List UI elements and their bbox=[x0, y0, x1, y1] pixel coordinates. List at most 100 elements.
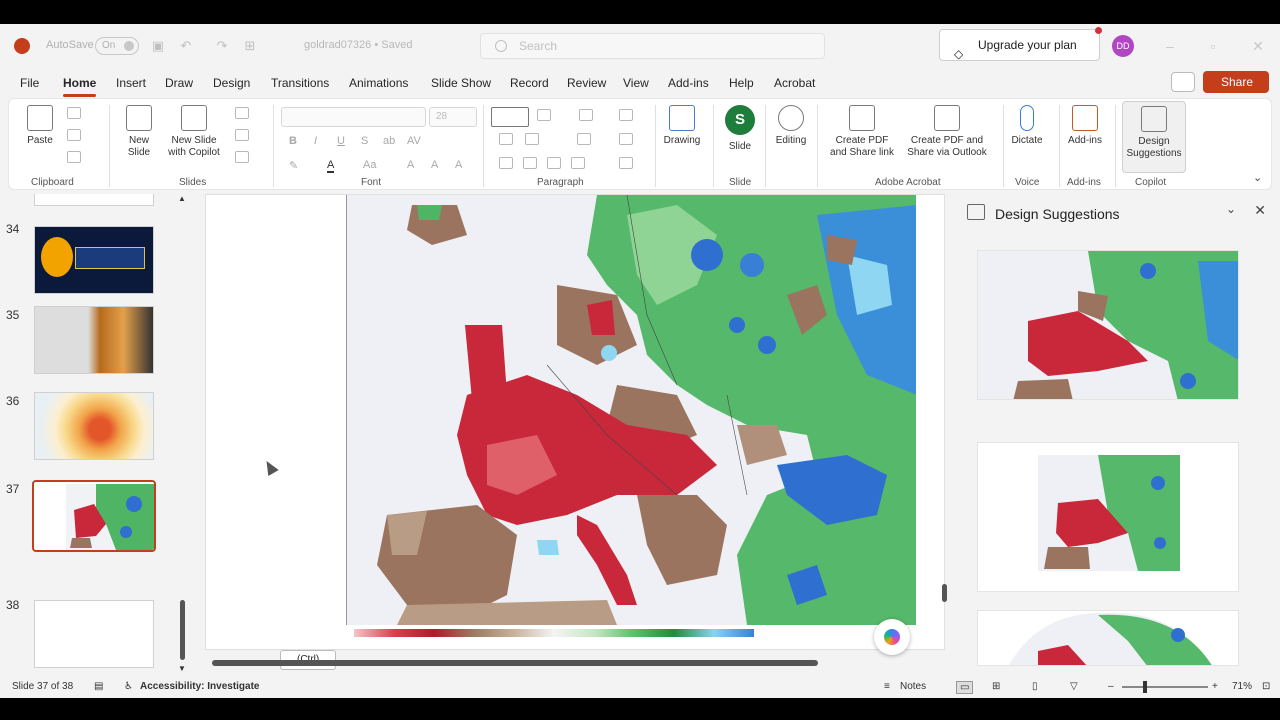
share-button[interactable]: Share bbox=[1203, 71, 1269, 93]
notes-button[interactable]: Notes bbox=[900, 681, 926, 692]
zoom-slider[interactable] bbox=[1122, 686, 1208, 688]
tab-record[interactable]: Record bbox=[510, 72, 549, 94]
tab-review[interactable]: Review bbox=[567, 72, 606, 94]
autosave-toggle[interactable]: On bbox=[95, 37, 139, 55]
grow-font-icon[interactable]: A bbox=[407, 159, 414, 171]
clear-formatting-icon[interactable]: A bbox=[455, 159, 462, 171]
minimize-icon[interactable]: – bbox=[1160, 36, 1180, 56]
scrollbar-thumb[interactable] bbox=[180, 600, 185, 660]
slide-thumbnail-38[interactable] bbox=[34, 600, 154, 668]
bold-icon[interactable]: B bbox=[289, 135, 297, 147]
redo-icon[interactable]: ↷ bbox=[214, 38, 230, 54]
normal-view-icon[interactable]: ▭ bbox=[956, 681, 974, 694]
highlight-icon[interactable]: ✎ bbox=[289, 159, 298, 172]
copilot-icon[interactable] bbox=[874, 619, 910, 655]
tab-help[interactable]: Help bbox=[729, 72, 754, 94]
search-box[interactable]: Search bbox=[480, 33, 825, 59]
zoom-in-icon[interactable]: + bbox=[1212, 681, 1218, 692]
tab-view[interactable]: View bbox=[623, 72, 649, 94]
bullets-icon[interactable] bbox=[491, 107, 529, 127]
slide-count[interactable]: Slide 37 of 38 bbox=[12, 681, 73, 692]
align-text-icon[interactable] bbox=[619, 133, 633, 145]
copy-icon[interactable] bbox=[67, 129, 81, 141]
reading-view-icon[interactable]: ▯ bbox=[1032, 681, 1038, 692]
fit-slide-icon[interactable]: ⊡ bbox=[1262, 681, 1270, 692]
close-pane-icon[interactable]: ✕ bbox=[1254, 202, 1266, 219]
tab-animations[interactable]: Animations bbox=[349, 72, 408, 94]
upgrade-button[interactable]: ◇ Upgrade your plan bbox=[939, 27, 1102, 61]
text-direction-icon[interactable] bbox=[619, 109, 633, 121]
canvas-horizontal-scrollbar[interactable] bbox=[200, 658, 940, 668]
dictate-button[interactable]: Dictate bbox=[1007, 105, 1047, 147]
add-ins-button[interactable]: Add-ins bbox=[1063, 105, 1107, 147]
slide-designer-icon[interactable]: S bbox=[725, 105, 755, 135]
tab-acrobat[interactable]: Acrobat bbox=[774, 72, 815, 94]
spelling-icon[interactable]: ▤ bbox=[94, 681, 103, 692]
thumbnails-scrollbar[interactable]: ▲ ▼ bbox=[178, 194, 186, 674]
slide-thumbnail-34[interactable] bbox=[34, 226, 154, 294]
tab-design[interactable]: Design bbox=[213, 72, 250, 94]
avatar[interactable]: DD bbox=[1112, 35, 1134, 57]
font-family-box[interactable] bbox=[281, 107, 426, 127]
tab-slide-show[interactable]: Slide Show bbox=[431, 72, 491, 94]
cut-icon[interactable] bbox=[67, 107, 81, 119]
tab-insert[interactable]: Insert bbox=[116, 72, 146, 94]
justify-icon[interactable] bbox=[571, 157, 585, 169]
underline-icon[interactable]: U bbox=[337, 135, 345, 147]
slide-thumbnail-35[interactable] bbox=[34, 306, 154, 374]
comments-button[interactable] bbox=[1171, 72, 1195, 92]
save-icon[interactable]: ▣ bbox=[150, 38, 166, 54]
layout-icon[interactable] bbox=[235, 107, 249, 119]
zoom-out-icon[interactable]: – bbox=[1108, 681, 1114, 692]
tab-add-ins[interactable]: Add-ins bbox=[668, 72, 709, 94]
slide-thumbnail-37[interactable] bbox=[32, 480, 156, 552]
scroll-up-icon[interactable]: ▲ bbox=[178, 194, 186, 203]
zoom-slider-thumb[interactable] bbox=[1143, 681, 1147, 693]
accessibility-status[interactable]: Accessibility: Investigate bbox=[140, 681, 260, 692]
design-suggestion-3[interactable] bbox=[977, 610, 1239, 666]
slide-show-icon[interactable]: ▽ bbox=[1070, 681, 1078, 692]
scroll-down-icon[interactable]: ▼ bbox=[178, 664, 186, 673]
align-center-icon[interactable] bbox=[523, 157, 537, 169]
undo-icon[interactable]: ↶ bbox=[178, 38, 194, 54]
customize-toolbar-icon[interactable]: ⊞ bbox=[242, 38, 258, 54]
align-left-icon[interactable] bbox=[499, 157, 513, 169]
design-suggestions-button[interactable]: Design Suggestions bbox=[1122, 101, 1186, 173]
paste-button[interactable]: Paste bbox=[19, 105, 61, 147]
slide-sorter-icon[interactable]: ⊞ bbox=[992, 681, 1000, 692]
increase-indent-icon[interactable] bbox=[525, 133, 539, 145]
tab-home[interactable]: Home bbox=[63, 72, 97, 97]
chevron-down-icon[interactable]: ⌄ bbox=[1226, 202, 1236, 216]
strikethrough-icon[interactable]: S bbox=[361, 135, 368, 147]
new-slide-copilot-button[interactable]: New Slide with Copilot bbox=[161, 105, 227, 159]
canvas-vertical-scrollbar[interactable] bbox=[940, 194, 950, 654]
section-icon[interactable] bbox=[235, 151, 249, 163]
tab-file[interactable]: File bbox=[20, 72, 39, 94]
font-size-box[interactable]: 28 bbox=[429, 107, 477, 127]
line-spacing-icon[interactable] bbox=[579, 109, 593, 121]
slide-canvas[interactable] bbox=[205, 194, 945, 650]
collapse-ribbon-icon[interactable]: ⌄ bbox=[1253, 171, 1262, 184]
align-right-icon[interactable] bbox=[547, 157, 561, 169]
maximize-icon[interactable]: ▫ bbox=[1203, 36, 1223, 56]
tab-draw[interactable]: Draw bbox=[165, 72, 193, 94]
reset-icon[interactable] bbox=[235, 129, 249, 141]
create-pdf-outlook-button[interactable]: Create PDF and Share via Outlook bbox=[901, 105, 993, 159]
new-slide-button[interactable]: New Slide bbox=[119, 105, 159, 159]
shadow-icon[interactable]: ab bbox=[383, 135, 395, 147]
spacing-icon[interactable]: AV bbox=[407, 135, 421, 147]
smartart-icon[interactable] bbox=[619, 157, 633, 169]
drawing-button[interactable]: Drawing bbox=[657, 105, 707, 147]
change-case-icon[interactable]: Aa bbox=[363, 159, 376, 171]
close-icon[interactable]: ✕ bbox=[1248, 36, 1268, 56]
design-suggestion-2[interactable] bbox=[977, 442, 1239, 592]
create-pdf-share-button[interactable]: Create PDF and Share link bbox=[825, 105, 899, 159]
font-color-icon[interactable]: A bbox=[327, 159, 335, 173]
design-suggestion-1[interactable] bbox=[977, 250, 1239, 400]
editing-button[interactable]: Editing bbox=[769, 105, 813, 147]
scrollbar-thumb[interactable] bbox=[942, 584, 947, 602]
tab-transitions[interactable]: Transitions bbox=[271, 72, 329, 94]
slide-thumbnail-36[interactable] bbox=[34, 392, 154, 460]
scrollbar-thumb[interactable] bbox=[212, 660, 818, 666]
format-painter-icon[interactable] bbox=[67, 151, 81, 163]
